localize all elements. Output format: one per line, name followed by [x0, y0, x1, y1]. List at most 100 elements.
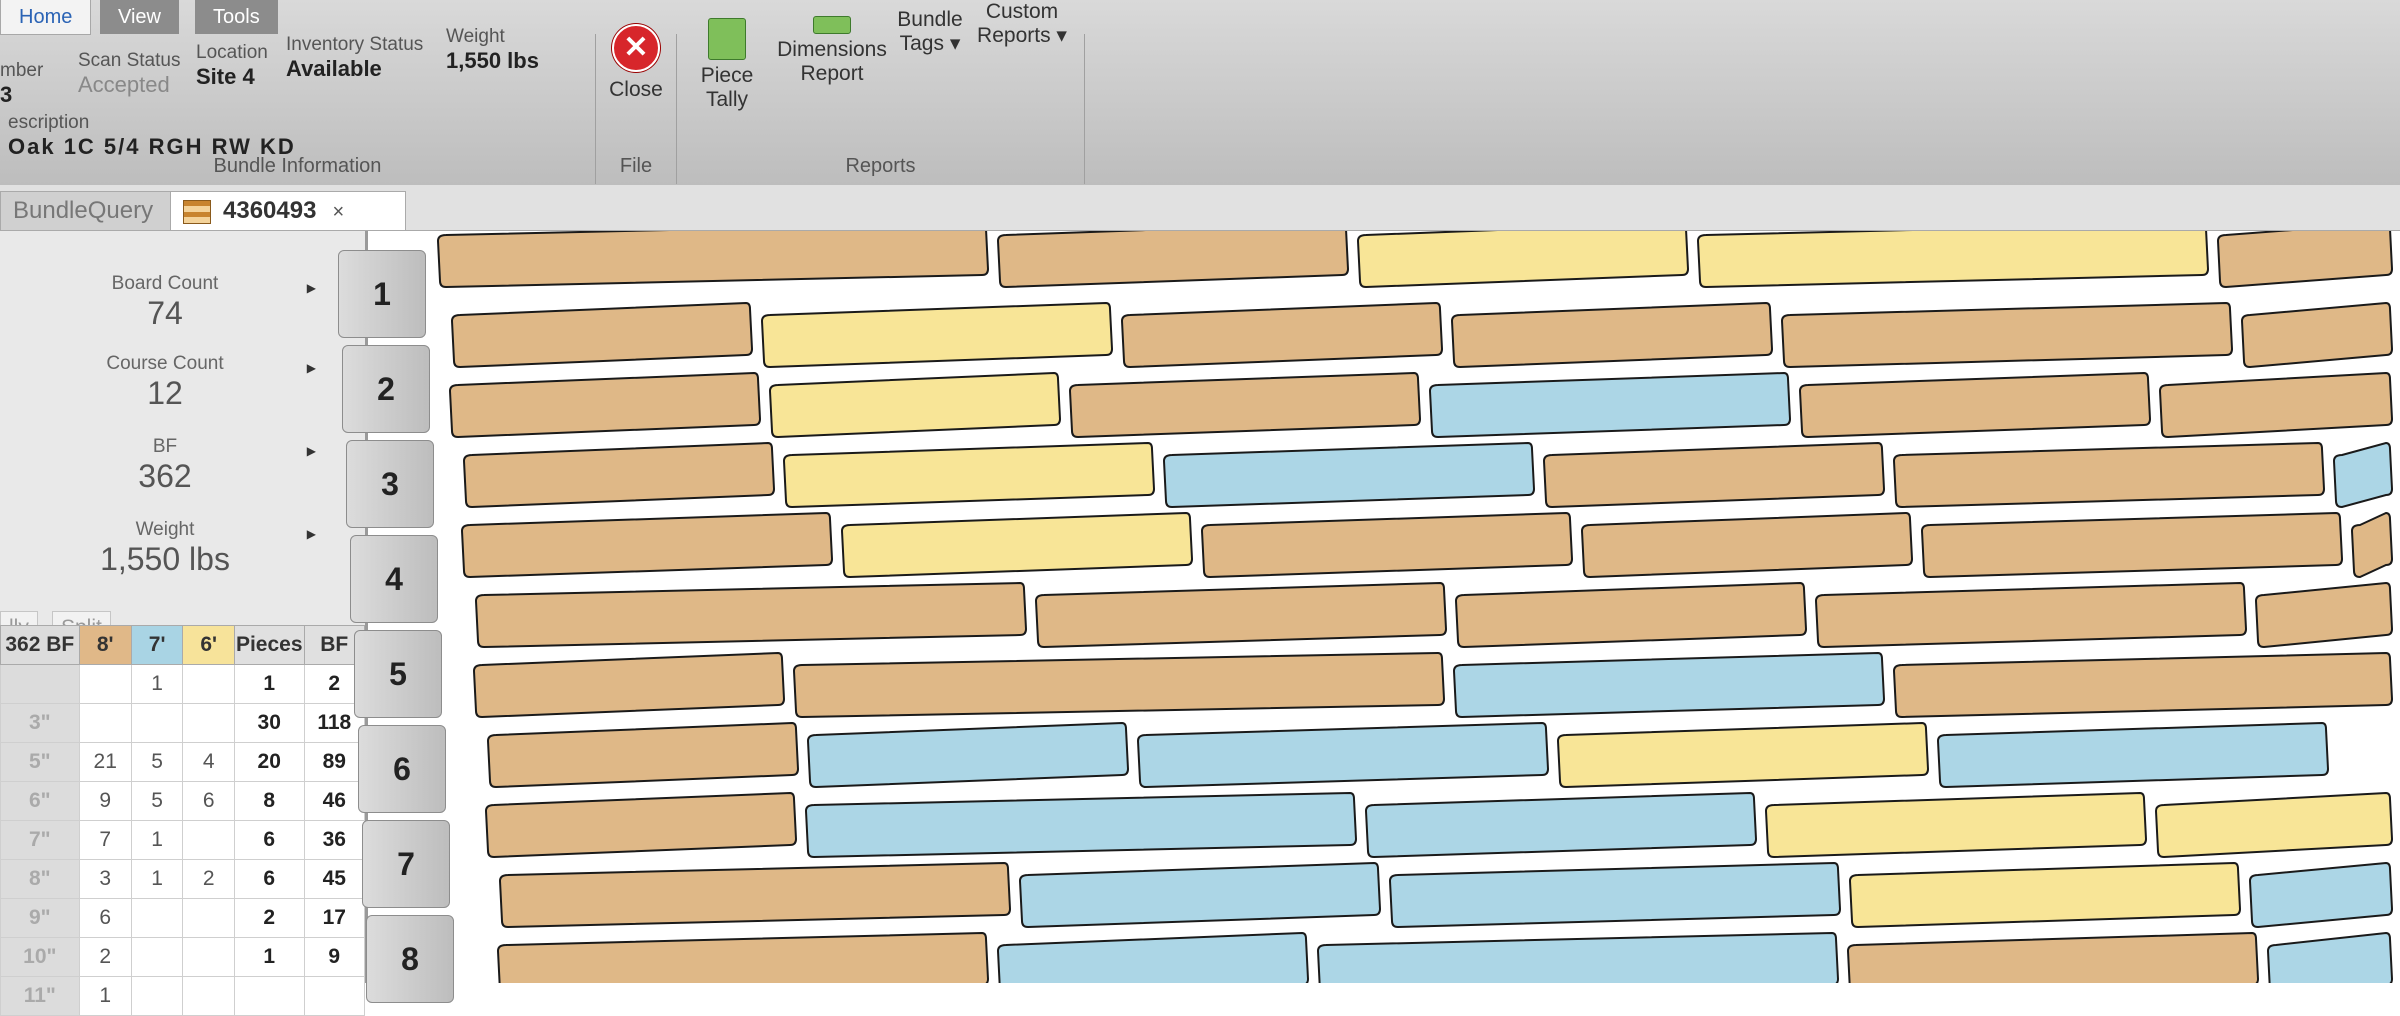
board-piece[interactable]	[2266, 931, 2394, 983]
board-piece[interactable]	[462, 441, 776, 509]
board-piece[interactable]	[1542, 441, 1886, 509]
dimensions-label-1: Dimensions	[777, 38, 887, 61]
tally-header-cell[interactable]: 7'	[130, 625, 184, 665]
tally-header-cell[interactable]: 8'	[78, 625, 132, 665]
board-piece[interactable]	[1364, 791, 1758, 859]
board-piece[interactable]	[1200, 511, 1574, 579]
tally-cell: 3"	[0, 703, 80, 743]
board-piece[interactable]	[2154, 791, 2394, 859]
board-piece[interactable]	[1798, 371, 2152, 439]
board-piece[interactable]	[1892, 651, 2394, 719]
board-piece[interactable]	[1356, 231, 1690, 289]
tally-header-cell[interactable]: 6'	[182, 625, 235, 665]
board-piece[interactable]	[1780, 301, 2234, 369]
board-piece[interactable]	[1814, 581, 2248, 649]
board-piece[interactable]	[1450, 301, 1774, 369]
course-button-4[interactable]: 4	[350, 535, 438, 623]
tally-cell: 10"	[0, 937, 80, 977]
board-piece[interactable]	[496, 931, 990, 983]
board-piece[interactable]	[2254, 581, 2394, 649]
board-piece[interactable]	[806, 721, 1130, 789]
tab-home[interactable]: Home	[0, 0, 92, 35]
dimensions-report-button[interactable]: Dimensions Report	[772, 16, 892, 86]
board-piece[interactable]	[2350, 511, 2394, 579]
expand-arrow-icon: ▶	[306, 281, 316, 295]
board-piece[interactable]	[1452, 651, 1886, 719]
board-piece[interactable]	[436, 231, 990, 289]
board-piece[interactable]	[484, 791, 798, 859]
tab-bundle-4360493[interactable]: 4360493 ×	[170, 191, 406, 230]
board-piece[interactable]	[1120, 301, 1444, 369]
board-piece[interactable]	[768, 371, 1062, 439]
board-piece[interactable]	[2332, 441, 2394, 509]
tally-header-cell[interactable]: 362 BF	[0, 625, 80, 665]
tab-view[interactable]: View	[100, 0, 179, 34]
board-piece[interactable]	[1428, 371, 1792, 439]
board-piece[interactable]	[2240, 301, 2394, 369]
board-piece[interactable]	[760, 301, 1114, 369]
bundle-tags-label-1: Bundle	[897, 8, 963, 31]
weight-value: 1,550 lbs	[446, 48, 539, 73]
board-piece[interactable]	[498, 861, 1012, 929]
board-piece[interactable]	[460, 511, 834, 579]
board-piece[interactable]	[2216, 231, 2394, 289]
tab-bundle-query[interactable]: BundleQuery	[0, 191, 181, 230]
board-piece[interactable]	[1846, 931, 2260, 983]
board-piece[interactable]	[1316, 931, 1840, 983]
close-tab-icon[interactable]: ×	[332, 201, 344, 223]
tally-cell: 9	[78, 781, 132, 821]
board-piece[interactable]	[1068, 371, 1422, 439]
board-piece[interactable]	[448, 371, 762, 439]
tab-tools[interactable]: Tools	[195, 0, 278, 34]
bundle-tags-button[interactable]: Bundle Tags ▾	[885, 8, 975, 56]
course-selector: 12345678	[338, 250, 454, 1003]
board-piece[interactable]	[1162, 441, 1536, 509]
bf-stat[interactable]: BF 362 ▶	[0, 436, 330, 495]
board-piece[interactable]	[1034, 581, 1448, 649]
board-piece[interactable]	[1388, 861, 1842, 929]
board-piece[interactable]	[1696, 231, 2210, 289]
board-count-value: 74	[147, 295, 183, 331]
course-button-2[interactable]: 2	[342, 345, 430, 433]
board-piece[interactable]	[486, 721, 800, 789]
board-piece[interactable]	[1454, 581, 1808, 649]
piece-tally-button[interactable]: Piece Tally	[687, 18, 767, 112]
board-piece[interactable]	[474, 581, 1028, 649]
group-file: ✕ Close File	[596, 24, 677, 184]
tally-cell: 1	[130, 664, 184, 704]
board-piece[interactable]	[1556, 721, 1930, 789]
board-piece[interactable]	[1580, 511, 1914, 579]
close-button[interactable]: ✕ Close	[596, 24, 676, 102]
board-piece[interactable]	[2248, 861, 2394, 929]
board-piece[interactable]	[996, 931, 1310, 983]
board-piece[interactable]	[840, 511, 1194, 579]
tally-cell	[182, 664, 235, 704]
board-count-stat[interactable]: Board Count 74 ▶	[0, 273, 330, 332]
board-piece[interactable]	[782, 441, 1156, 509]
board-piece[interactable]	[1848, 861, 2242, 929]
piece-tally-label-1: Piece	[700, 64, 754, 87]
custom-reports-button[interactable]: Custom Reports ▾	[967, 0, 1077, 48]
board-piece[interactable]	[996, 231, 1350, 289]
course-button-3[interactable]: 3	[346, 440, 434, 528]
tally-header-cell[interactable]: Pieces	[233, 625, 305, 665]
board-piece[interactable]	[1920, 511, 2344, 579]
board-piece[interactable]	[2158, 371, 2394, 439]
tally-cell: 30	[233, 703, 305, 743]
board-piece[interactable]	[1892, 441, 2326, 509]
course-button-1[interactable]: 1	[338, 250, 426, 338]
board-piece[interactable]	[472, 651, 786, 719]
board-piece[interactable]	[1018, 861, 1382, 929]
board-piece[interactable]	[1764, 791, 2148, 859]
board-piece[interactable]	[450, 301, 754, 369]
weight-stat[interactable]: Weight 1,550 lbs ▶	[0, 519, 330, 578]
tally-cell	[130, 937, 184, 977]
board-piece[interactable]	[1936, 721, 2330, 789]
board-piece[interactable]	[804, 791, 1358, 859]
course-button-5[interactable]: 5	[354, 630, 442, 718]
board-piece[interactable]	[792, 651, 1446, 719]
board-piece[interactable]	[1136, 721, 1550, 789]
group-bundle-information: mber 3 Scan Status Accepted Location Sit…	[0, 26, 596, 184]
course-count-stat[interactable]: Course Count 12 ▶	[0, 353, 330, 412]
tally-cell: 8	[233, 781, 305, 821]
